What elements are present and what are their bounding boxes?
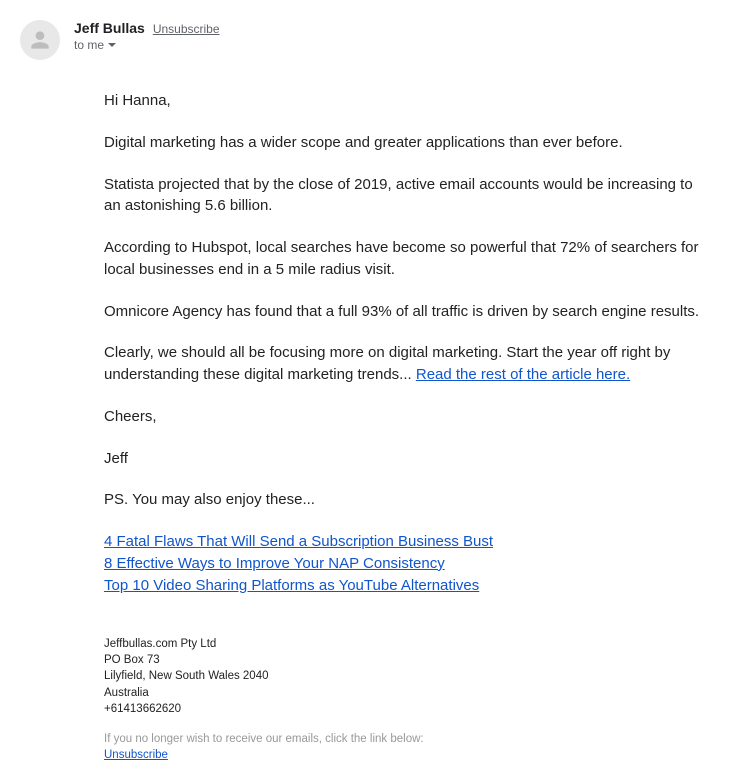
ps-intro: PS. You may also enjoy these... — [104, 489, 709, 511]
footer: Jeffbullas.com Pty Ltd PO Box 73 Lilyfie… — [104, 636, 709, 763]
sender-avatar[interactable] — [20, 20, 60, 60]
recipient-line[interactable]: to me — [74, 38, 739, 52]
paragraph-3: According to Hubspot, local searches hav… — [104, 237, 709, 281]
footer-pobox: PO Box 73 — [104, 652, 709, 668]
ps-link-2[interactable]: 8 Effective Ways to Improve Your NAP Con… — [104, 553, 709, 575]
sender-info: Jeff Bullas Unsubscribe to me — [74, 20, 739, 52]
sender-name: Jeff Bullas — [74, 20, 145, 36]
paragraph-2: Statista projected that by the close of … — [104, 174, 709, 218]
ps-links: 4 Fatal Flaws That Will Send a Subscript… — [104, 531, 709, 596]
sender-line: Jeff Bullas Unsubscribe — [74, 20, 739, 36]
ps-link-1[interactable]: 4 Fatal Flaws That Will Send a Subscript… — [104, 531, 709, 553]
signature: Jeff — [104, 448, 709, 470]
read-more-link[interactable]: Read the rest of the article here. — [416, 366, 630, 383]
ps-link-3[interactable]: Top 10 Video Sharing Platforms as YouTub… — [104, 575, 709, 597]
footer-country: Australia — [104, 685, 709, 701]
unsubscribe-link-top[interactable]: Unsubscribe — [153, 22, 220, 36]
paragraph-5: Clearly, we should all be focusing more … — [104, 342, 709, 386]
email-header: Jeff Bullas Unsubscribe to me — [20, 20, 739, 60]
person-icon — [27, 27, 53, 53]
footer-phone: +61413662620 — [104, 701, 709, 717]
chevron-down-icon — [108, 43, 116, 47]
paragraph-4: Omnicore Agency has found that a full 93… — [104, 301, 709, 323]
recipient-label: to me — [74, 38, 104, 52]
signoff: Cheers, — [104, 406, 709, 428]
greeting: Hi Hanna, — [104, 90, 709, 112]
paragraph-1: Digital marketing has a wider scope and … — [104, 132, 709, 154]
footer-company: Jeffbullas.com Pty Ltd — [104, 636, 709, 652]
footer-city: Lilyfield, New South Wales 2040 — [104, 668, 709, 684]
footer-note: If you no longer wish to receive our ema… — [104, 731, 709, 747]
email-body: Hi Hanna, Digital marketing has a wider … — [104, 90, 739, 763]
